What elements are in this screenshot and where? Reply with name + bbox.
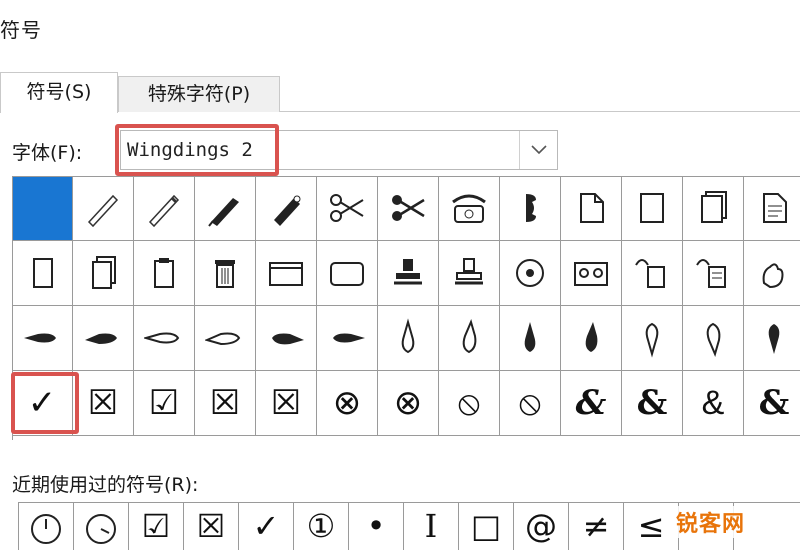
telephone-icon[interactable]	[439, 176, 500, 241]
square-icon[interactable]: □	[459, 503, 514, 550]
page-icon[interactable]	[622, 176, 683, 241]
ampersand-icon[interactable]: &	[683, 371, 744, 436]
hand-right-icon[interactable]	[317, 306, 378, 371]
box-x-icon[interactable]: ☒	[73, 371, 134, 436]
less-equal-icon[interactable]: ≤	[624, 503, 679, 550]
documents-icon[interactable]	[73, 241, 134, 306]
tab-special-characters[interactable]: 特殊字符(P)	[118, 76, 280, 112]
trash-can-icon[interactable]	[195, 241, 256, 306]
title-bar: 符号	[0, 0, 800, 62]
chevron-down-icon[interactable]	[519, 131, 557, 169]
document-text-icon[interactable]	[744, 176, 800, 241]
circle-x-icon[interactable]: ⊗	[317, 371, 378, 436]
ampersand-script-icon[interactable]: &	[561, 371, 622, 436]
circled-one-icon[interactable]: ①	[294, 503, 349, 550]
clock-icon[interactable]	[74, 503, 129, 550]
stamp-icon[interactable]	[378, 241, 439, 306]
check-highlight-box	[11, 372, 79, 434]
clock-icon[interactable]	[19, 503, 74, 550]
page-icon[interactable]	[12, 241, 73, 306]
font-label: 字体(F):	[12, 142, 83, 164]
hand-up-icon[interactable]	[378, 306, 439, 371]
handset-icon[interactable]	[500, 176, 561, 241]
hand-left-icon[interactable]	[12, 306, 73, 371]
hand-down-icon[interactable]	[622, 306, 683, 371]
scissors-icon[interactable]	[378, 176, 439, 241]
hand-down-icon[interactable]	[683, 306, 744, 371]
bullet-icon[interactable]: •	[349, 503, 404, 550]
hand-up-icon[interactable]	[439, 306, 500, 371]
clipboard-icon[interactable]	[134, 241, 195, 306]
box-x-bold-icon[interactable]: ☒	[256, 371, 317, 436]
stamp-icon[interactable]	[439, 241, 500, 306]
box-x-icon[interactable]: ☒	[184, 503, 239, 550]
prohibited-bold-icon[interactable]: ⦸	[500, 371, 561, 436]
hand-left-icon[interactable]	[195, 306, 256, 371]
hand-left-icon[interactable]	[73, 306, 134, 371]
hand-ok-icon[interactable]	[744, 241, 800, 306]
check-mark-icon[interactable]: ✓	[239, 503, 294, 550]
box-check-icon[interactable]: ☑	[129, 503, 184, 550]
recent-symbols-label: 近期使用过的符号(R):	[12, 474, 199, 496]
pen-icon[interactable]	[195, 176, 256, 241]
window-icon[interactable]	[317, 241, 378, 306]
box-x-icon[interactable]: ☒	[195, 371, 256, 436]
tab-strip: 符号(S) 特殊字符(P)	[0, 72, 800, 113]
watermark: 锐客网	[676, 506, 746, 538]
hand-left-icon[interactable]	[134, 306, 195, 371]
at-sign-icon[interactable]: @	[514, 503, 569, 550]
hand-right-icon[interactable]	[256, 306, 317, 371]
tag-icon[interactable]	[683, 241, 744, 306]
not-equal-icon[interactable]: ≠	[569, 503, 624, 550]
symbol-grid: ✓ ☒ ☑ ☒ ☒ ⊗ ⊗ ⦸ ⦸ & & & &	[12, 176, 800, 440]
target-icon[interactable]	[500, 241, 561, 306]
scissors-icon[interactable]	[317, 176, 378, 241]
circle-x-bold-icon[interactable]: ⊗	[378, 371, 439, 436]
prohibited-icon[interactable]: ⦸	[439, 371, 500, 436]
pencil-icon[interactable]	[73, 176, 134, 241]
tape-icon[interactable]	[561, 241, 622, 306]
window-title: 符号	[0, 18, 42, 42]
i-beam-icon[interactable]: I	[404, 503, 459, 550]
pen-icon[interactable]	[256, 176, 317, 241]
ampersand-icon[interactable]: &	[744, 371, 800, 436]
hand-up-icon[interactable]	[500, 306, 561, 371]
tag-icon[interactable]	[622, 241, 683, 306]
symbol-cell-selected[interactable]	[12, 176, 73, 241]
window-icon[interactable]	[256, 241, 317, 306]
box-check-icon[interactable]: ☑	[134, 371, 195, 436]
hand-down-icon[interactable]	[744, 306, 800, 371]
hand-up-icon[interactable]	[561, 306, 622, 371]
tab-symbols[interactable]: 符号(S)	[0, 72, 118, 113]
pencil-icon[interactable]	[134, 176, 195, 241]
ampersand-icon[interactable]: &	[622, 371, 683, 436]
document-icon[interactable]	[561, 176, 622, 241]
font-highlight-box	[115, 124, 279, 176]
documents-icon[interactable]	[683, 176, 744, 241]
